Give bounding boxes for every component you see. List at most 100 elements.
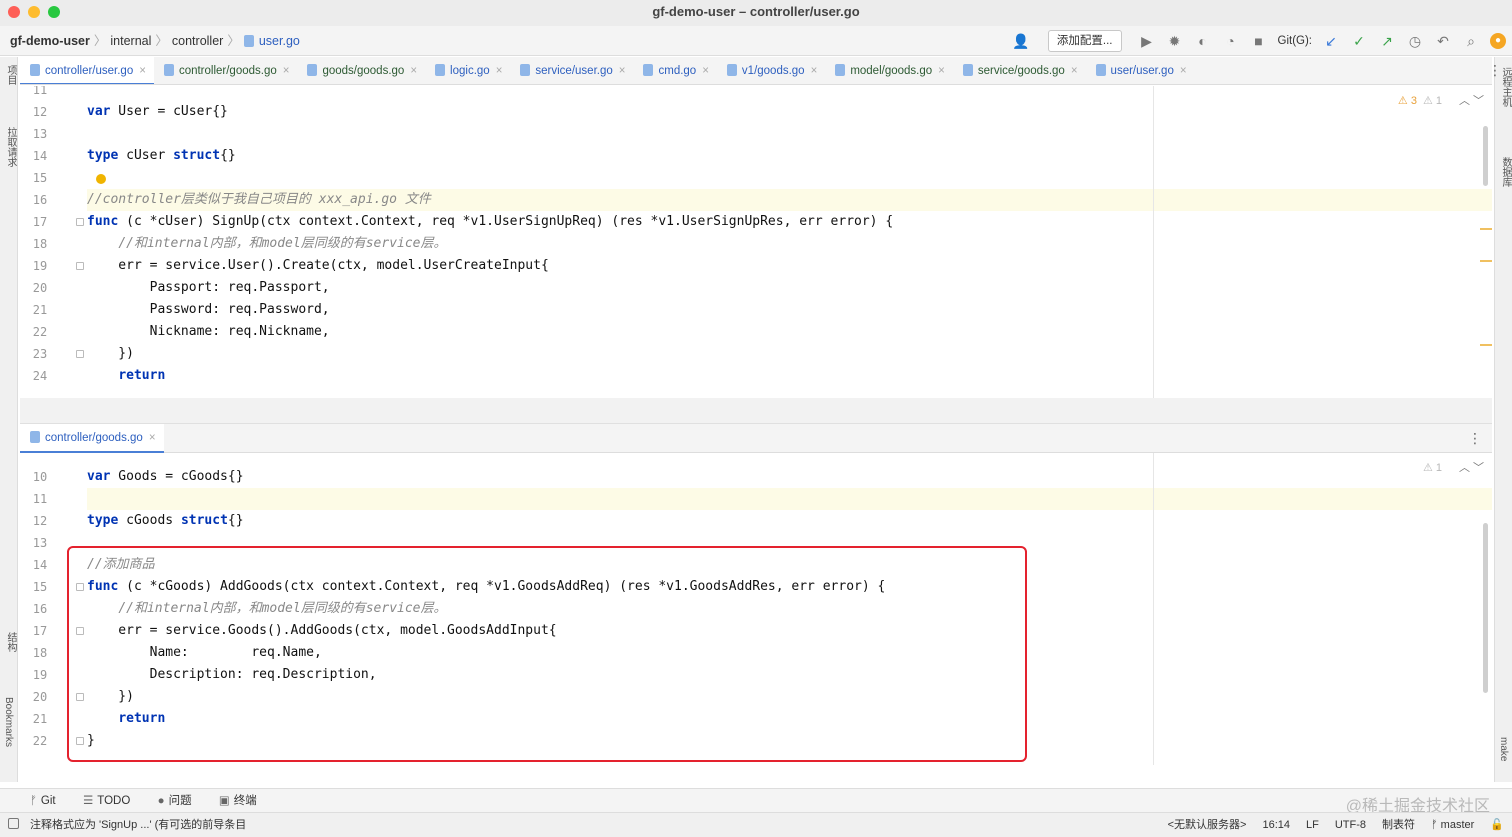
fold-marker-icon[interactable]: [76, 627, 84, 635]
ide-update-icon[interactable]: ●: [1490, 33, 1506, 49]
indent-setting[interactable]: 制表符: [1382, 813, 1415, 837]
fold-marker-icon[interactable]: [76, 262, 84, 270]
history-icon[interactable]: ◷: [1406, 30, 1424, 52]
fold-marker-icon[interactable]: [76, 693, 84, 701]
code-line[interactable]: var Goods = cGoods{}: [87, 466, 1492, 488]
code-line[interactable]: //和internal内部，和model层同级的有service层。: [87, 233, 1492, 255]
code-line[interactable]: Description: req.Description,: [87, 664, 1492, 686]
git-push-icon[interactable]: ↗: [1378, 30, 1396, 52]
editor-tab[interactable]: service/goods.go ×: [953, 57, 1086, 84]
status-message[interactable]: 注释格式应为 'SignUp ...' (有可选的前导条目: [30, 813, 246, 837]
coverage-icon[interactable]: ◐: [1194, 30, 1212, 52]
breadcrumb-file[interactable]: user.go: [259, 34, 300, 48]
git-branch[interactable]: ᚠ master: [1431, 813, 1474, 837]
server-selector[interactable]: <无默认服务器>: [1168, 813, 1247, 837]
code-line[interactable]: err = service.User().Create(ctx, model.U…: [87, 255, 1492, 277]
code-line[interactable]: }): [87, 343, 1492, 365]
terminal-tool-button[interactable]: ▣ 终端: [219, 789, 257, 813]
close-tab-icon[interactable]: ×: [811, 65, 818, 77]
bottom-code-editor[interactable]: 10 11 12 13 14 15 16 17 18 19 20 21 22 var Goods = c…: [20, 453, 1492, 765]
inspection-indicator[interactable]: ⚠ 3 ⚠ 1: [1398, 94, 1442, 107]
code-line[interactable]: }): [87, 686, 1492, 708]
caret-position[interactable]: 16:14: [1262, 813, 1290, 837]
close-tab-icon[interactable]: ×: [938, 65, 945, 77]
project-tool-button[interactable]: 项目: [3, 65, 18, 85]
breadcrumb-internal[interactable]: internal: [110, 34, 151, 48]
git-update-icon[interactable]: ↙: [1322, 30, 1340, 52]
problems-tool-button[interactable]: ● 问题: [158, 789, 192, 813]
close-tab-icon[interactable]: ×: [410, 65, 417, 77]
code-line[interactable]: type cUser struct{}: [87, 145, 1492, 167]
code-line[interactable]: }: [87, 730, 1492, 752]
vertical-scrollbar[interactable]: [1483, 126, 1488, 186]
minimize-window-button[interactable]: [28, 6, 40, 18]
stop-icon[interactable]: ■: [1250, 30, 1268, 52]
breadcrumb-controller[interactable]: controller: [172, 34, 223, 48]
code-area[interactable]: var Goods = cGoods{} type cGoods struct{}…: [87, 453, 1492, 765]
pull-requests-tool-button[interactable]: 拉取请求: [3, 127, 18, 167]
close-tab-icon[interactable]: ×: [496, 65, 503, 77]
code-line[interactable]: func (c *cUser) SignUp(ctx context.Conte…: [87, 211, 1492, 233]
toggle-tool-windows-icon[interactable]: [8, 818, 19, 829]
fold-marker-icon[interactable]: [76, 218, 84, 226]
close-tab-icon[interactable]: ×: [1071, 65, 1078, 77]
lock-icon[interactable]: 🔓: [1490, 813, 1504, 837]
code-line[interactable]: [87, 167, 1492, 189]
fold-marker-icon[interactable]: [76, 350, 84, 358]
file-encoding[interactable]: UTF-8: [1335, 813, 1366, 837]
database-tool-button[interactable]: 数据库: [1498, 157, 1512, 187]
split-divider[interactable]: [20, 398, 1492, 424]
editor-tab[interactable]: service/user.go ×: [510, 57, 633, 84]
bookmarks-tool-button[interactable]: Bookmarks: [3, 697, 14, 747]
close-tab-icon[interactable]: ×: [619, 65, 626, 77]
search-icon[interactable]: ⌕: [1462, 30, 1480, 52]
structure-tool-button[interactable]: 结构: [3, 632, 18, 652]
code-line[interactable]: Passport: req.Passport,: [87, 277, 1492, 299]
close-tab-icon[interactable]: ×: [702, 65, 709, 77]
code-line[interactable]: Name: req.Name,: [87, 642, 1492, 664]
code-area[interactable]: var User = cUser{} type cUser struct{} //c…: [87, 86, 1492, 398]
code-line[interactable]: [87, 123, 1492, 145]
make-tool-button[interactable]: make: [1498, 737, 1509, 761]
lightbulb-icon[interactable]: [96, 174, 106, 184]
close-tab-icon[interactable]: ×: [149, 432, 156, 444]
editor-tab[interactable]: v1/goods.go ×: [717, 57, 825, 84]
maximize-window-button[interactable]: [48, 6, 60, 18]
top-code-editor[interactable]: 11 12 13 14 15 16 17 18 19 20 21 22 23 24 var User = …: [20, 86, 1492, 398]
editor-tab[interactable]: model/goods.go ×: [825, 57, 953, 84]
close-tab-icon[interactable]: ×: [283, 65, 290, 77]
code-line[interactable]: Nickname: req.Nickname,: [87, 321, 1492, 343]
editor-tab[interactable]: goods/goods.go ×: [297, 57, 425, 84]
debug-icon[interactable]: ✹: [1166, 30, 1184, 52]
editor-tab[interactable]: controller/user.go ×: [20, 57, 154, 84]
close-tab-icon[interactable]: ×: [139, 65, 146, 77]
editor-tab[interactable]: user/user.go ×: [1086, 57, 1195, 84]
vertical-scrollbar[interactable]: [1483, 523, 1488, 693]
code-line[interactable]: return: [87, 708, 1492, 730]
code-line[interactable]: type cGoods struct{}: [87, 510, 1492, 532]
tab-split-controller-goods[interactable]: controller/goods.go ×: [20, 424, 164, 453]
split-tab-options-icon[interactable]: ⋮: [1468, 430, 1482, 447]
code-line[interactable]: func (c *cGoods) AddGoods(ctx context.Co…: [87, 576, 1492, 598]
fold-marker-icon[interactable]: [76, 737, 84, 745]
code-line[interactable]: var User = cUser{}: [87, 101, 1492, 123]
code-line[interactable]: Password: req.Password,: [87, 299, 1492, 321]
navigate-problems-arrows[interactable]: ︿ ﹀: [1459, 459, 1484, 475]
code-line[interactable]: //添加商品: [87, 554, 1492, 576]
code-line[interactable]: [87, 532, 1492, 554]
breadcrumb-project[interactable]: gf-demo-user: [10, 34, 90, 48]
code-line[interactable]: //controller层类似于我自己项目的 xxx_api.go 文件: [87, 189, 1492, 211]
editor-tab[interactable]: logic.go ×: [425, 57, 510, 84]
editor-tab[interactable]: controller/goods.go ×: [154, 57, 298, 84]
tab-options-icon[interactable]: ⋮: [1488, 62, 1502, 79]
code-line[interactable]: [87, 86, 1492, 101]
inspection-indicator[interactable]: ⚠ 1: [1417, 461, 1442, 474]
editor-tab[interactable]: cmd.go ×: [633, 57, 716, 84]
git-tool-button[interactable]: ᚠ Git: [30, 789, 56, 813]
fold-marker-icon[interactable]: [76, 583, 84, 591]
run-icon[interactable]: ▶: [1138, 30, 1156, 52]
close-window-button[interactable]: [8, 6, 20, 18]
navigate-problems-arrows[interactable]: ︿ ﹀: [1459, 92, 1484, 108]
git-commit-icon[interactable]: ✓: [1350, 30, 1368, 52]
code-line[interactable]: err = service.Goods().AddGoods(ctx, mode…: [87, 620, 1492, 642]
